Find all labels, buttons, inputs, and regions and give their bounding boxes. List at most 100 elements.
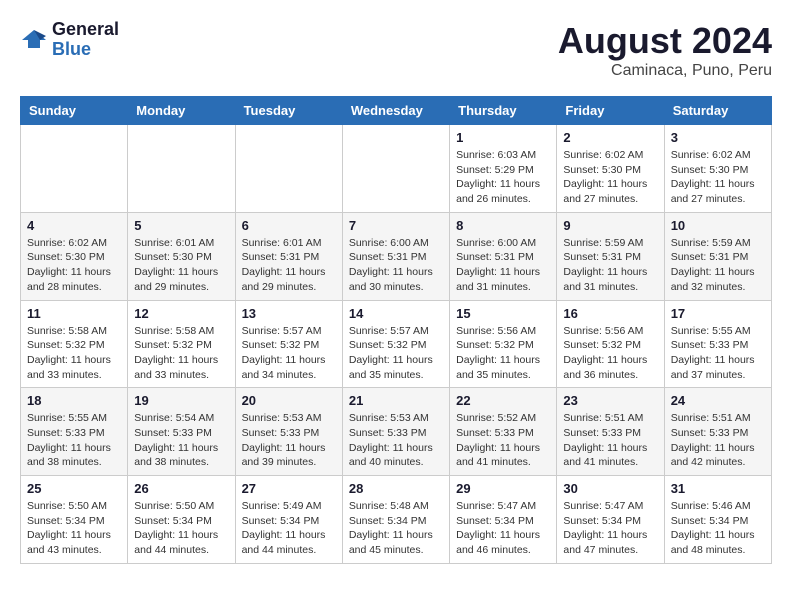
day-info: Sunrise: 5:48 AM Sunset: 5:34 PM Dayligh… bbox=[349, 499, 443, 558]
calendar-week-row: 18 Sunrise: 5:55 AM Sunset: 5:33 PM Dayli… bbox=[21, 388, 772, 476]
day-info: Sunrise: 5:51 AM Sunset: 5:33 PM Dayligh… bbox=[563, 411, 657, 470]
day-number: 12 bbox=[134, 306, 228, 321]
day-number: 7 bbox=[349, 218, 443, 233]
logo: General Blue bbox=[20, 20, 119, 60]
day-number: 28 bbox=[349, 481, 443, 496]
day-info: Sunrise: 6:01 AM Sunset: 5:30 PM Dayligh… bbox=[134, 236, 228, 295]
day-number: 10 bbox=[671, 218, 765, 233]
day-number: 6 bbox=[242, 218, 336, 233]
title-block: August 2024 Caminaca, Puno, Peru bbox=[558, 20, 772, 80]
day-info: Sunrise: 5:49 AM Sunset: 5:34 PM Dayligh… bbox=[242, 499, 336, 558]
day-number: 5 bbox=[134, 218, 228, 233]
calendar-day-cell: 29 Sunrise: 5:47 AM Sunset: 5:34 PM Dayli… bbox=[450, 476, 557, 564]
calendar-day-cell: 23 Sunrise: 5:51 AM Sunset: 5:33 PM Dayli… bbox=[557, 388, 664, 476]
day-number: 19 bbox=[134, 393, 228, 408]
day-number: 1 bbox=[456, 130, 550, 145]
day-info: Sunrise: 5:55 AM Sunset: 5:33 PM Dayligh… bbox=[27, 411, 121, 470]
calendar-day-cell: 6 Sunrise: 6:01 AM Sunset: 5:31 PM Daylig… bbox=[235, 212, 342, 300]
calendar-day-cell: 4Sunrise: 6:02 AM Sunset: 5:30 PM Daylig… bbox=[21, 212, 128, 300]
location: Caminaca, Puno, Peru bbox=[558, 62, 772, 80]
day-info: Sunrise: 6:02 AM Sunset: 5:30 PM Dayligh… bbox=[671, 148, 765, 207]
logo-icon bbox=[20, 26, 48, 54]
calendar-day-cell: 25 Sunrise: 5:50 AM Sunset: 5:34 PM Dayli… bbox=[21, 476, 128, 564]
page-header: General Blue August 2024 Caminaca, Puno,… bbox=[20, 20, 772, 80]
day-number: 8 bbox=[456, 218, 550, 233]
day-info: Sunrise: 5:57 AM Sunset: 5:32 PM Dayligh… bbox=[242, 324, 336, 383]
calendar-day-cell: 10Sunrise: 5:59 AM Sunset: 5:31 PM Dayli… bbox=[664, 212, 771, 300]
calendar-day-cell: 18 Sunrise: 5:55 AM Sunset: 5:33 PM Dayli… bbox=[21, 388, 128, 476]
day-info: Sunrise: 6:00 AM Sunset: 5:31 PM Dayligh… bbox=[349, 236, 443, 295]
day-number: 2 bbox=[563, 130, 657, 145]
day-number: 17 bbox=[671, 306, 765, 321]
day-of-week-header: Tuesday bbox=[235, 97, 342, 125]
calendar-table: SundayMondayTuesdayWednesdayThursdayFrid… bbox=[20, 96, 772, 564]
calendar-day-cell: 30 Sunrise: 5:47 AM Sunset: 5:34 PM Dayli… bbox=[557, 476, 664, 564]
day-number: 20 bbox=[242, 393, 336, 408]
calendar-day-cell: 27 Sunrise: 5:49 AM Sunset: 5:34 PM Dayli… bbox=[235, 476, 342, 564]
calendar-day-cell: 12 Sunrise: 5:58 AM Sunset: 5:32 PM Dayli… bbox=[128, 300, 235, 388]
day-number: 25 bbox=[27, 481, 121, 496]
calendar-day-cell: 5 Sunrise: 6:01 AM Sunset: 5:30 PM Daylig… bbox=[128, 212, 235, 300]
day-of-week-header: Sunday bbox=[21, 97, 128, 125]
calendar-week-row: 4Sunrise: 6:02 AM Sunset: 5:30 PM Daylig… bbox=[21, 212, 772, 300]
day-info: Sunrise: 5:55 AM Sunset: 5:33 PM Dayligh… bbox=[671, 324, 765, 383]
calendar-day-cell: 13 Sunrise: 5:57 AM Sunset: 5:32 PM Dayli… bbox=[235, 300, 342, 388]
day-number: 18 bbox=[27, 393, 121, 408]
day-number: 27 bbox=[242, 481, 336, 496]
calendar-week-row: 1 Sunrise: 6:03 AM Sunset: 5:29 PM Daylig… bbox=[21, 125, 772, 213]
day-number: 31 bbox=[671, 481, 765, 496]
calendar-day-cell: 14Sunrise: 5:57 AM Sunset: 5:32 PM Dayli… bbox=[342, 300, 449, 388]
day-of-week-header: Saturday bbox=[664, 97, 771, 125]
calendar-day-cell: 26 Sunrise: 5:50 AM Sunset: 5:34 PM Dayli… bbox=[128, 476, 235, 564]
calendar-day-cell: 9 Sunrise: 5:59 AM Sunset: 5:31 PM Daylig… bbox=[557, 212, 664, 300]
day-info: Sunrise: 6:01 AM Sunset: 5:31 PM Dayligh… bbox=[242, 236, 336, 295]
calendar-day-cell bbox=[235, 125, 342, 213]
day-info: Sunrise: 6:00 AM Sunset: 5:31 PM Dayligh… bbox=[456, 236, 550, 295]
calendar-day-cell: 15 Sunrise: 5:56 AM Sunset: 5:32 PM Dayli… bbox=[450, 300, 557, 388]
calendar-day-cell: 28 Sunrise: 5:48 AM Sunset: 5:34 PM Dayli… bbox=[342, 476, 449, 564]
calendar-day-cell: 1 Sunrise: 6:03 AM Sunset: 5:29 PM Daylig… bbox=[450, 125, 557, 213]
day-number: 9 bbox=[563, 218, 657, 233]
day-number: 22 bbox=[456, 393, 550, 408]
day-info: Sunrise: 5:46 AM Sunset: 5:34 PM Dayligh… bbox=[671, 499, 765, 558]
day-of-week-header: Friday bbox=[557, 97, 664, 125]
day-info: Sunrise: 5:47 AM Sunset: 5:34 PM Dayligh… bbox=[456, 499, 550, 558]
day-number: 15 bbox=[456, 306, 550, 321]
calendar-day-cell bbox=[21, 125, 128, 213]
day-number: 26 bbox=[134, 481, 228, 496]
day-of-week-header: Thursday bbox=[450, 97, 557, 125]
calendar-day-cell: 17 Sunrise: 5:55 AM Sunset: 5:33 PM Dayli… bbox=[664, 300, 771, 388]
calendar-day-cell: 3 Sunrise: 6:02 AM Sunset: 5:30 PM Daylig… bbox=[664, 125, 771, 213]
calendar-day-cell bbox=[342, 125, 449, 213]
day-info: Sunrise: 5:53 AM Sunset: 5:33 PM Dayligh… bbox=[349, 411, 443, 470]
day-number: 23 bbox=[563, 393, 657, 408]
day-info: Sunrise: 5:50 AM Sunset: 5:34 PM Dayligh… bbox=[27, 499, 121, 558]
day-info: Sunrise: 5:47 AM Sunset: 5:34 PM Dayligh… bbox=[563, 499, 657, 558]
day-number: 13 bbox=[242, 306, 336, 321]
day-number: 30 bbox=[563, 481, 657, 496]
day-number: 16 bbox=[563, 306, 657, 321]
day-number: 21 bbox=[349, 393, 443, 408]
day-info: Sunrise: 6:03 AM Sunset: 5:29 PM Dayligh… bbox=[456, 148, 550, 207]
day-info: Sunrise: 5:51 AM Sunset: 5:33 PM Dayligh… bbox=[671, 411, 765, 470]
day-number: 3 bbox=[671, 130, 765, 145]
calendar-week-row: 11Sunrise: 5:58 AM Sunset: 5:32 PM Dayli… bbox=[21, 300, 772, 388]
calendar-day-cell: 31 Sunrise: 5:46 AM Sunset: 5:34 PM Dayli… bbox=[664, 476, 771, 564]
logo-line1: General bbox=[52, 20, 119, 40]
day-info: Sunrise: 5:59 AM Sunset: 5:31 PM Dayligh… bbox=[563, 236, 657, 295]
day-info: Sunrise: 5:56 AM Sunset: 5:32 PM Dayligh… bbox=[456, 324, 550, 383]
calendar-day-cell: 7 Sunrise: 6:00 AM Sunset: 5:31 PM Daylig… bbox=[342, 212, 449, 300]
day-info: Sunrise: 6:02 AM Sunset: 5:30 PM Dayligh… bbox=[27, 236, 121, 295]
calendar-week-row: 25 Sunrise: 5:50 AM Sunset: 5:34 PM Dayli… bbox=[21, 476, 772, 564]
calendar-day-cell: 11Sunrise: 5:58 AM Sunset: 5:32 PM Dayli… bbox=[21, 300, 128, 388]
day-info: Sunrise: 5:58 AM Sunset: 5:32 PM Dayligh… bbox=[27, 324, 121, 383]
day-info: Sunrise: 5:54 AM Sunset: 5:33 PM Dayligh… bbox=[134, 411, 228, 470]
day-of-week-header: Monday bbox=[128, 97, 235, 125]
calendar-day-cell: 8 Sunrise: 6:00 AM Sunset: 5:31 PM Daylig… bbox=[450, 212, 557, 300]
day-info: Sunrise: 5:58 AM Sunset: 5:32 PM Dayligh… bbox=[134, 324, 228, 383]
calendar-day-cell: 22Sunrise: 5:52 AM Sunset: 5:33 PM Dayli… bbox=[450, 388, 557, 476]
day-info: Sunrise: 5:53 AM Sunset: 5:33 PM Dayligh… bbox=[242, 411, 336, 470]
day-number: 29 bbox=[456, 481, 550, 496]
day-info: Sunrise: 5:50 AM Sunset: 5:34 PM Dayligh… bbox=[134, 499, 228, 558]
calendar-day-cell: 21 Sunrise: 5:53 AM Sunset: 5:33 PM Dayli… bbox=[342, 388, 449, 476]
